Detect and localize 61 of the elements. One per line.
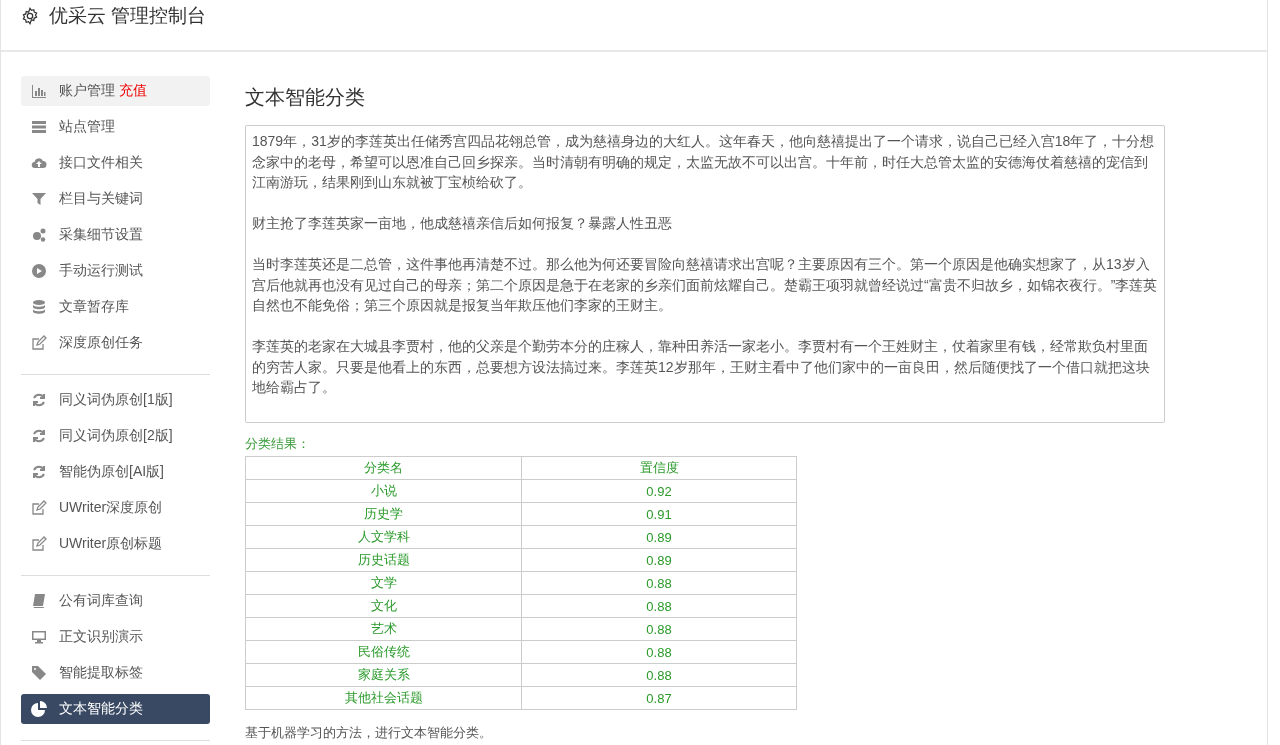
sidebar-item[interactable]: 手动运行测试 (21, 256, 210, 286)
table-cell: 0.91 (521, 502, 797, 526)
sidebar-item[interactable]: 栏目与关键词 (21, 184, 210, 214)
sidebar-item[interactable]: 智能伪原创[AI版] (21, 457, 210, 487)
pie-icon (31, 701, 47, 717)
edit-icon (31, 335, 47, 351)
column-header: 置信度 (521, 456, 797, 480)
sidebar-item[interactable]: UWriter深度原创 (21, 493, 210, 523)
table-cell: 0.88 (521, 617, 797, 641)
table-cell: 0.88 (521, 640, 797, 664)
sidebar-item[interactable]: 文本智能分类 (21, 694, 210, 724)
refresh-icon (31, 464, 47, 480)
sidebar-item[interactable]: 采集细节设置 (21, 220, 210, 250)
edit-icon (31, 500, 47, 516)
sidebar-item[interactable]: 深度原创任务 (21, 328, 210, 358)
column-header: 分类名 (245, 456, 522, 480)
sidebar-item[interactable]: 公有词库查询 (21, 586, 210, 616)
table-cell: 0.88 (521, 663, 797, 687)
description-text: 基于机器学习的方法，进行文本智能分类。 (245, 724, 493, 742)
bar-icon (31, 83, 47, 99)
table-cell: 文化 (245, 594, 522, 618)
sidebar-item[interactable]: 正文识别演示 (21, 622, 210, 652)
server-icon (31, 119, 47, 135)
table-cell: 历史学 (245, 502, 522, 526)
database-icon (31, 299, 47, 315)
table-cell: 0.87 (521, 686, 797, 710)
play-icon (31, 263, 47, 279)
settings-icon (21, 7, 39, 25)
table-cell: 0.89 (521, 525, 797, 549)
sidebar-item[interactable]: UWriter原创标题 (21, 529, 210, 559)
sidebar-item[interactable]: 站点管理 (21, 112, 210, 142)
table-cell: 0.88 (521, 571, 797, 595)
table-cell: 家庭关系 (245, 663, 522, 687)
sidebar-item[interactable]: 文章暂存库 (21, 292, 210, 322)
table-cell: 人文学科 (245, 525, 522, 549)
sidebar-item[interactable]: 账户管理 充值 (21, 76, 210, 106)
cloud-icon (31, 155, 47, 171)
text-input[interactable]: 1879年，31岁的李莲英出任储秀宫四品花翎总管，成为慈禧身边的大红人。这年春天，他向慈禧提出了一个请求，说自己已经入宫18年了，十分想念家中的老母，希望可以恩准自己回乡探亲。当时清朝有明确的规定，太监无故不可以出宫。十年前，时任大总管太监的安德海仗着慈禧的宠信到江南游玩，结果刚到山东就被丁宝桢给砍了。 财主抢了李莲英家一亩地，他成慈禧亲信后如何报复？暴露人性丑恶 当时李莲英还是二总管，这件事他再清楚不过。那么他为何还要冒险向慈禧请求出宫呢？主要原因有三个。第一个原因是他确实想家了，从13岁入宫后他就再也没有见过自己的母亲；第二个原因是急于在老家的乡亲们面前炫耀自己。楚霸王项羽就曾经说过“富贵不归故乡，如锦衣夜行。”李莲英自然也不能免俗；第三个原因就是报复当年欺压他们李家的王财主。 李莲英的老家在大城县李贾村，他的父亲是个勤劳本分的庄稼人，靠种田养活一家老小。李贾村有一个王姓财主，仗着家里有钱，经常欺负村里面的穷苦人家。只要是他看上的东西，总要想方设法搞过来。李莲英12岁那年，王财主看中了他们家中的一亩良田，然后随便找了一个借口就把这块地给霸占了。 (245, 125, 1165, 423)
page-title: 文本智能分类 (245, 85, 366, 110)
app-title: 优采云 管理控制台 (49, 4, 207, 28)
tag-icon (31, 665, 47, 681)
table-cell: 其他社会话题 (245, 686, 522, 710)
table-cell: 0.88 (521, 594, 797, 618)
sidebar-item[interactable]: 同义词伪原创[1版] (21, 385, 210, 415)
table-cell: 历史话题 (245, 548, 522, 572)
table-cell: 文学 (245, 571, 522, 595)
edit-icon (31, 536, 47, 552)
table-cell: 小说 (245, 479, 522, 503)
sidebar-item[interactable]: 接口文件相关 (21, 148, 210, 178)
book-icon (31, 593, 47, 609)
refresh-icon (31, 428, 47, 444)
sidebar-item[interactable]: 同义词伪原创[2版] (21, 421, 210, 451)
table-cell: 0.92 (521, 479, 797, 503)
sidebar-item[interactable]: 智能提取标签 (21, 658, 210, 688)
table-cell: 0.89 (521, 548, 797, 572)
filter-icon (31, 191, 47, 207)
refresh-icon (31, 392, 47, 408)
table-cell: 民俗传统 (245, 640, 522, 664)
result-label: 分类结果： (245, 435, 311, 453)
desktop-icon (31, 629, 47, 645)
table-cell: 艺术 (245, 617, 522, 641)
